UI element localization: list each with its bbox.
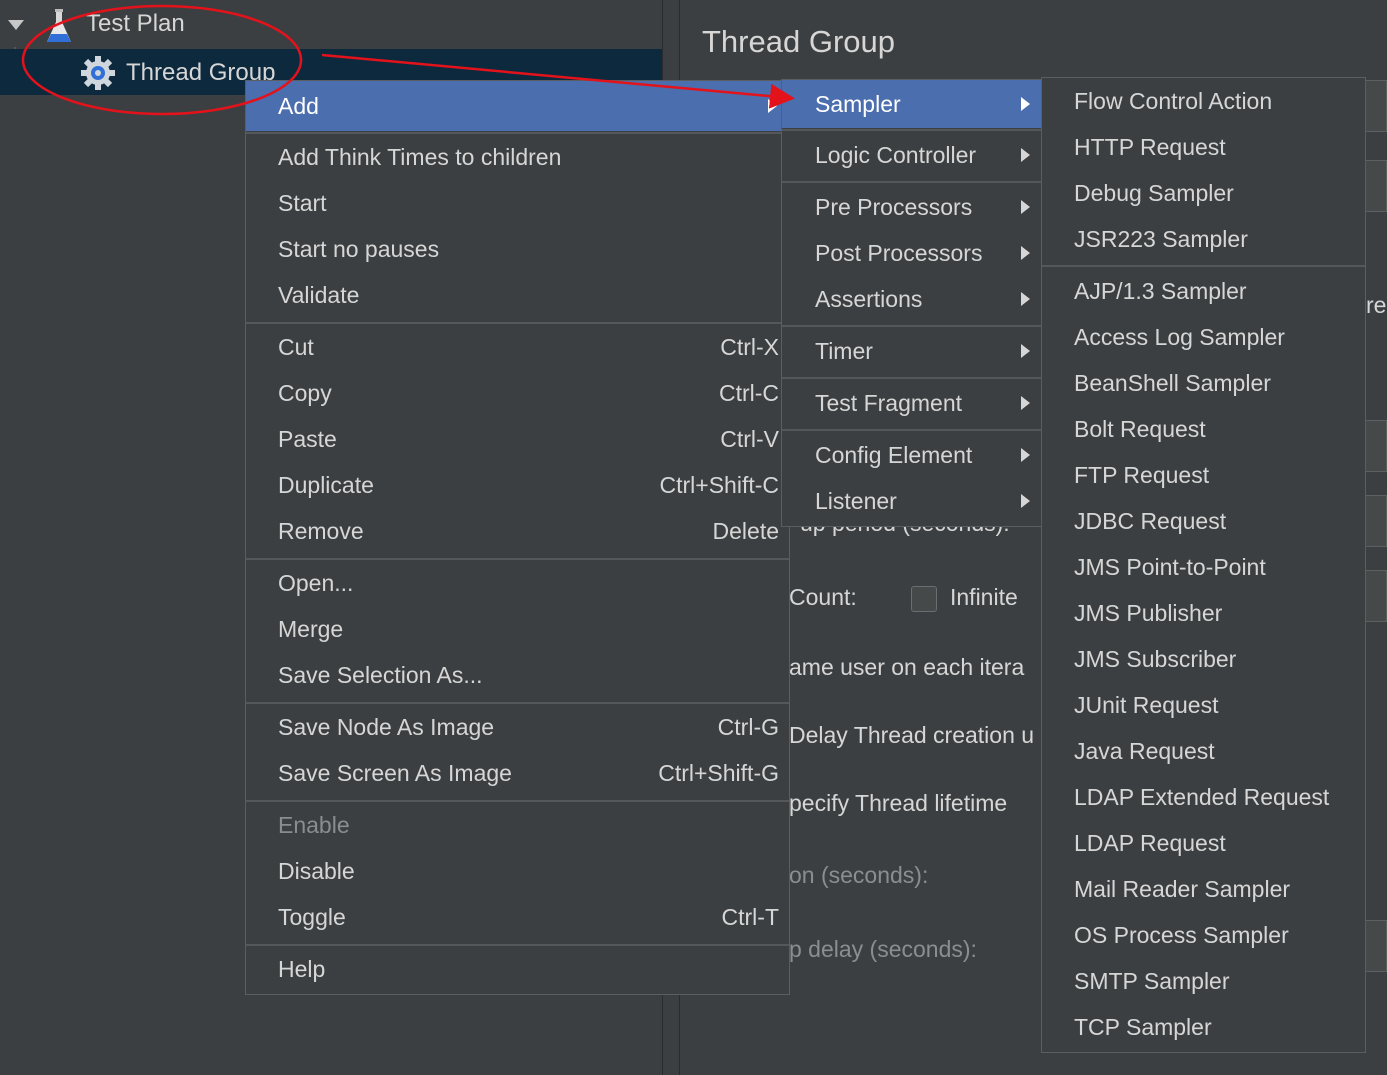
annotation-ellipse [21, 4, 303, 116]
annotation-arrow [321, 53, 795, 109]
annotation-overlay [21, 4, 795, 116]
